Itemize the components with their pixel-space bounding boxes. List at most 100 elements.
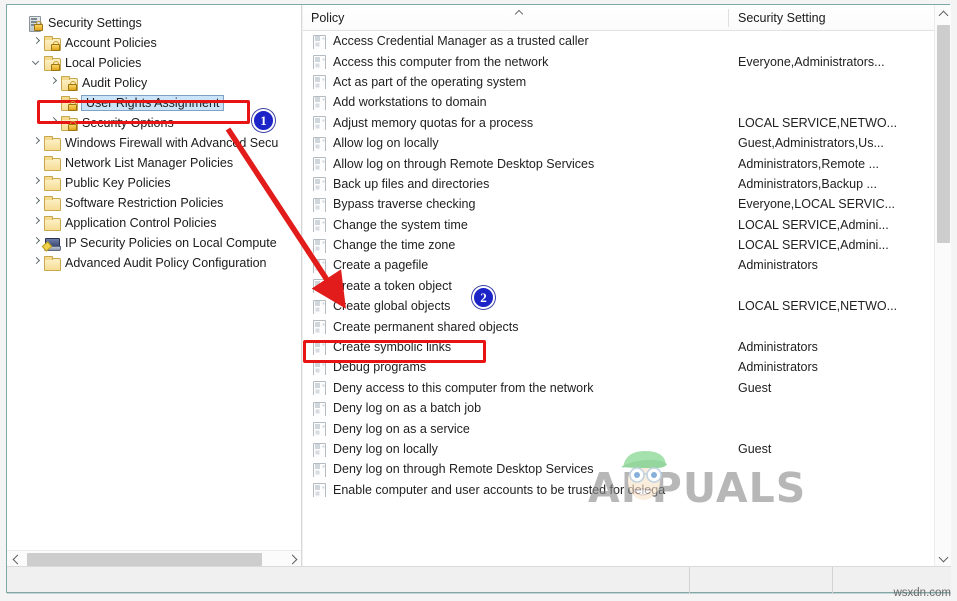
scroll-down-icon[interactable] <box>935 550 951 567</box>
policy-document-icon <box>311 136 327 151</box>
chevron-right-icon[interactable] <box>30 38 43 49</box>
policy-name-label: Allow log on through Remote Desktop Serv… <box>333 156 595 171</box>
policy-row[interactable]: Enable computer and user accounts to be … <box>303 480 951 500</box>
tree-item-audit-policy[interactable]: Audit Policy <box>7 73 301 93</box>
column-header-security-setting[interactable]: Security Setting <box>729 5 919 31</box>
tree-item-ip-security-policies-on-local-compute[interactable]: IP Security Policies on Local Compute <box>7 233 301 253</box>
chevron-right-icon[interactable] <box>30 238 43 249</box>
policy-row[interactable]: Act as part of the operating system <box>303 72 951 92</box>
tree-item-network-list-manager-policies[interactable]: Network List Manager Policies <box>7 153 301 173</box>
policy-name-cell[interactable]: Create a token object <box>303 278 729 294</box>
policy-name-cell[interactable]: Create symbolic links <box>303 340 729 355</box>
chevron-right-icon[interactable] <box>30 258 43 269</box>
policy-name-cell[interactable]: Change the system time <box>303 217 729 233</box>
policy-row[interactable]: Allow log on locally Guest,Administrators… <box>303 133 951 153</box>
tree-item-label: Public Key Policies <box>65 176 171 190</box>
column-header-policy[interactable]: Policy <box>303 5 729 31</box>
policy-row[interactable]: Add workstations to domain <box>303 92 951 112</box>
policy-name-cell[interactable]: Enable computer and user accounts to be … <box>303 482 729 498</box>
tree-item-security-settings[interactable]: Security Settings <box>7 13 301 33</box>
policy-document-icon <box>311 482 327 498</box>
tree-item-label: Security Options <box>82 116 174 130</box>
policy-name-cell[interactable]: Access Credential Manager as a trusted c… <box>303 34 729 49</box>
policy-name-cell[interactable]: Deny log on as a service <box>303 421 729 437</box>
policy-name-cell[interactable]: Create a pagefile <box>303 258 729 273</box>
policy-row[interactable]: Bypass traverse checking Everyone,LOCAL S… <box>303 194 951 214</box>
folder-icon <box>43 255 61 271</box>
policy-name-cell[interactable]: Debug programs <box>303 360 729 375</box>
policy-name-cell[interactable]: Deny log on as a batch job <box>303 401 729 416</box>
ipsec-icon <box>41 235 61 252</box>
tree-item-public-key-policies[interactable]: Public Key Policies <box>7 173 301 193</box>
scroll-right-icon[interactable] <box>285 551 301 567</box>
policy-name-cell[interactable]: Create permanent shared objects <box>303 319 729 335</box>
policy-document-icon <box>311 54 327 70</box>
policy-name-cell[interactable]: Add workstations to domain <box>303 95 729 110</box>
policy-row[interactable]: Deny log on as a service <box>303 418 951 438</box>
policy-name-label: Deny log on locally <box>333 442 438 456</box>
scroll-up-icon[interactable] <box>935 5 951 22</box>
policy-row[interactable]: Deny log on locally Guest <box>303 439 951 459</box>
policy-row[interactable]: Deny log on through Remote Desktop Servi… <box>303 459 951 479</box>
chevron-right-icon[interactable] <box>47 118 60 129</box>
chevron-right-icon[interactable] <box>30 178 43 189</box>
policy-vertical-scrollbar[interactable] <box>934 5 951 567</box>
chevron-right-icon[interactable] <box>30 218 43 229</box>
policy-document-icon <box>311 380 327 396</box>
policy-row[interactable]: Create global objects LOCAL SERVICE,NETWO… <box>303 296 951 316</box>
policy-vscroll-thumb[interactable] <box>937 25 950 243</box>
policy-row[interactable]: Deny access to this computer from the ne… <box>303 378 951 398</box>
policy-row[interactable]: Deny log on as a batch job <box>303 398 951 418</box>
chevron-right-icon[interactable] <box>47 78 60 89</box>
policy-document-icon <box>311 34 327 49</box>
policy-document-icon <box>311 197 327 212</box>
policy-list-pane[interactable]: Policy Security Setting Access Credentia… <box>303 5 951 567</box>
policy-row[interactable]: Access Credential Manager as a trusted c… <box>303 31 951 51</box>
tree-item-windows-firewall-with-advanced-secu[interactable]: Windows Firewall with Advanced Secu <box>7 133 301 153</box>
console-tree-pane[interactable]: Security Settings Account Policies Local P… <box>7 5 302 567</box>
tree-item-software-restriction-policies[interactable]: Software Restriction Policies <box>7 193 301 213</box>
policy-name-cell[interactable]: Create global objects <box>303 299 729 314</box>
policy-row[interactable]: Allow log on through Remote Desktop Serv… <box>303 153 951 173</box>
chevron-right-icon[interactable] <box>30 198 43 209</box>
folder-lock-icon <box>60 95 78 112</box>
policy-row[interactable]: Create permanent shared objects <box>303 316 951 336</box>
policy-name-label: Create a token object <box>333 278 452 293</box>
scroll-left-icon[interactable] <box>7 551 24 567</box>
policy-name-cell[interactable]: Adjust memory quotas for a process <box>303 115 729 131</box>
policy-row[interactable]: Adjust memory quotas for a process LOCAL … <box>303 113 951 133</box>
chevron-right-icon[interactable] <box>30 138 43 149</box>
policy-name-cell[interactable]: Deny log on locally <box>303 442 729 457</box>
policy-document-icon <box>311 115 327 131</box>
policy-name-cell[interactable]: Allow log on locally <box>303 136 729 151</box>
policy-name-cell[interactable]: Back up files and directories <box>303 176 729 192</box>
policy-name-cell[interactable]: Allow log on through Remote Desktop Serv… <box>303 156 729 172</box>
tree-item-advanced-audit-policy-configuration[interactable]: Advanced Audit Policy Configuration <box>7 253 301 273</box>
policy-name-cell[interactable]: Deny log on through Remote Desktop Servi… <box>303 462 729 477</box>
policy-document-icon <box>311 462 327 477</box>
tree-horizontal-scrollbar[interactable] <box>7 550 301 567</box>
policy-row[interactable]: Change the time zone LOCAL SERVICE,Admini… <box>303 235 951 255</box>
policy-name-cell[interactable]: Change the time zone <box>303 238 729 253</box>
security-settings-tree[interactable]: Security Settings Account Policies Local P… <box>7 13 301 273</box>
tree-item-account-policies[interactable]: Account Policies <box>7 33 301 53</box>
policy-name-label: Allow log on locally <box>333 136 439 151</box>
policy-row[interactable]: Back up files and directories Administrat… <box>303 174 951 194</box>
policy-name-cell[interactable]: Deny access to this computer from the ne… <box>303 380 729 396</box>
policy-name-cell[interactable]: Bypass traverse checking <box>303 197 729 212</box>
policy-rows[interactable]: Access Credential Manager as a trusted c… <box>303 31 951 567</box>
policy-name-label: Deny access to this computer from the ne… <box>333 380 594 395</box>
policy-row[interactable]: Create symbolic links Administrators <box>303 337 951 357</box>
policy-row[interactable]: Debug programs Administrators <box>303 357 951 377</box>
policy-name-cell[interactable]: Act as part of the operating system <box>303 74 729 90</box>
policy-name-cell[interactable]: Access this computer from the network <box>303 54 729 70</box>
policy-row[interactable]: Create a token object <box>303 276 951 296</box>
policy-row[interactable]: Access this computer from the network Eve… <box>303 51 951 71</box>
tree-hscroll-thumb[interactable] <box>27 553 262 566</box>
chevron-down-icon[interactable] <box>30 58 43 69</box>
policy-row[interactable]: Change the system time LOCAL SERVICE,Admi… <box>303 215 951 235</box>
tree-item-application-control-policies[interactable]: Application Control Policies <box>7 213 301 233</box>
policy-row[interactable]: Create a pagefile Administrators <box>303 255 951 275</box>
tree-item-local-policies[interactable]: Local Policies <box>7 53 301 73</box>
security-setting-cell: Administrators,Remote ... <box>738 156 880 171</box>
